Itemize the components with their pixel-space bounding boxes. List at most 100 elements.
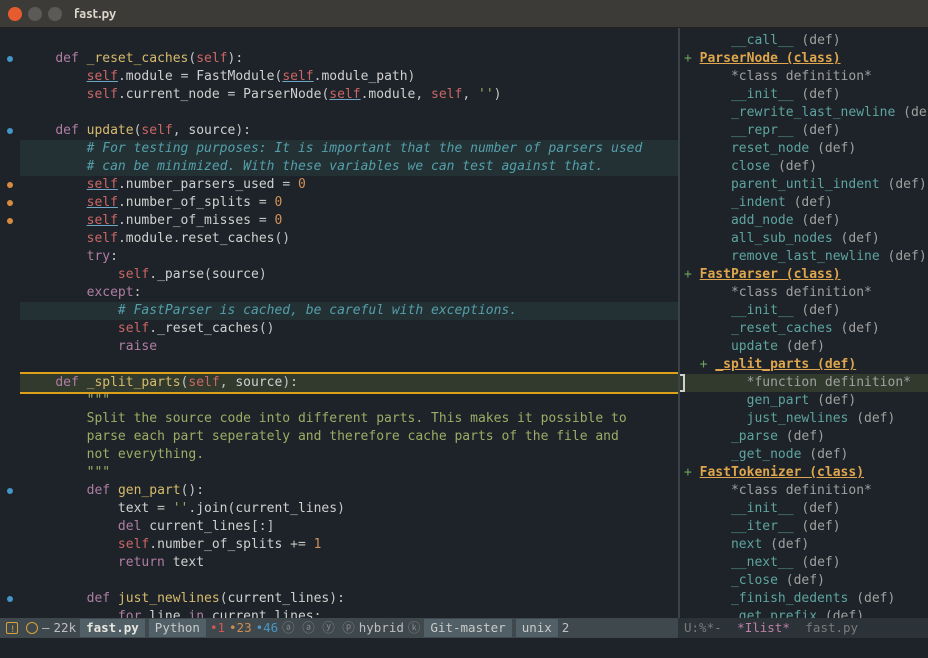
window-buttons: [8, 7, 62, 21]
code-line[interactable]: self.module = FastModule(self.module_pat…: [20, 68, 678, 86]
code-line[interactable]: raise: [20, 338, 678, 356]
code-line[interactable]: self.current_node = ParserNode(self.modu…: [20, 86, 678, 104]
fringe-marker: [0, 536, 20, 554]
outline-item[interactable]: __repr__ (def): [680, 122, 928, 140]
outline-item[interactable]: close (def): [680, 158, 928, 176]
code-line[interactable]: Split the source code into different par…: [20, 410, 678, 428]
outline-item[interactable]: _get_prefix (def): [680, 608, 928, 618]
code-line[interactable]: self.module.reset_caches(): [20, 230, 678, 248]
fringe-marker: [0, 464, 20, 482]
outline-item[interactable]: *class definition*: [680, 68, 928, 86]
code-line[interactable]: self._parse(source): [20, 266, 678, 284]
outline-item[interactable]: + ParserNode (class): [680, 50, 928, 68]
outline-item[interactable]: _rewrite_last_newline (def): [680, 104, 928, 122]
outline-item[interactable]: remove_last_newline (def): [680, 248, 928, 266]
outline-item[interactable]: __init__ (def): [680, 500, 928, 518]
code-line[interactable]: # For testing purposes: It is important …: [20, 140, 678, 158]
code-line[interactable]: def _reset_caches(self):: [20, 50, 678, 68]
code-line[interactable]: def _split_parts(self, source):: [20, 372, 678, 394]
fringe-marker: [0, 122, 20, 140]
fringe-marker: [0, 572, 20, 590]
outline-item[interactable]: __init__ (def): [680, 86, 928, 104]
outline-item[interactable]: + _split_parts (def): [680, 356, 928, 374]
outline-item[interactable]: *class definition*: [680, 482, 928, 500]
ml-file: fast.py: [80, 619, 145, 637]
warning-icon: [6, 622, 18, 634]
code-line[interactable]: not everything.: [20, 446, 678, 464]
code-line[interactable]: del current_lines[:]: [20, 518, 678, 536]
outline-item[interactable]: gen_part (def): [680, 392, 928, 410]
outline-item[interactable]: _parse (def): [680, 428, 928, 446]
fringe-marker: [0, 32, 20, 50]
info-icon: [26, 622, 38, 634]
code-line[interactable]: [20, 32, 678, 50]
outline-item[interactable]: add_node (def): [680, 212, 928, 230]
outline-item[interactable]: reset_node (def): [680, 140, 928, 158]
outline-item[interactable]: + FastParser (class): [680, 266, 928, 284]
fringe-marker: [0, 230, 20, 248]
ml-mode: Python: [149, 619, 206, 637]
outline-item[interactable]: _close (def): [680, 572, 928, 590]
outline-pane[interactable]: __call__ (def)+ ParserNode (class) *clas…: [678, 28, 928, 618]
mlr-mode: *Ilist*: [737, 619, 790, 637]
outline-item[interactable]: *class definition*: [680, 284, 928, 302]
outline-item[interactable]: __iter__ (def): [680, 518, 928, 536]
code-line[interactable]: self.number_of_splits = 0: [20, 194, 678, 212]
editor-pane[interactable]: def _reset_caches(self): self.module = F…: [0, 28, 678, 618]
code-area[interactable]: def _reset_caches(self): self.module = F…: [20, 28, 678, 618]
outline-item[interactable]: _finish_dedents (def): [680, 590, 928, 608]
minibuffer[interactable]: [0, 638, 928, 658]
outline-item[interactable]: next (def): [680, 536, 928, 554]
code-line[interactable]: except:: [20, 284, 678, 302]
ml-indicators: ⓐ ⓐ ⓨ ⓟ: [282, 619, 355, 637]
code-line[interactable]: parse each part seperately and therefore…: [20, 428, 678, 446]
outline-item[interactable]: _reset_caches (def): [680, 320, 928, 338]
outline-item[interactable]: __call__ (def): [680, 32, 928, 50]
minimize-icon[interactable]: [28, 7, 42, 21]
outline-item[interactable]: __next__ (def): [680, 554, 928, 572]
outline-item[interactable]: *function definition*: [680, 374, 928, 392]
code-line[interactable]: # can be minimized. With these variables…: [20, 158, 678, 176]
code-line[interactable]: text = ''.join(current_lines): [20, 500, 678, 518]
code-line[interactable]: def gen_part():: [20, 482, 678, 500]
code-line[interactable]: return text: [20, 554, 678, 572]
code-line[interactable]: """: [20, 464, 678, 482]
modeline-right[interactable]: U:%*- *Ilist* fast.py: [678, 618, 928, 638]
code-line[interactable]: self._reset_caches(): [20, 320, 678, 338]
fringe-marker: [0, 104, 20, 122]
code-line[interactable]: self.number_parsers_used = 0: [20, 176, 678, 194]
ml-state: —: [42, 619, 50, 637]
fringe-marker: [0, 140, 20, 158]
fringe-marker: [0, 392, 20, 410]
close-icon[interactable]: [8, 7, 22, 21]
code-line[interactable]: """: [20, 392, 678, 410]
outline-item[interactable]: + FastTokenizer (class): [680, 464, 928, 482]
ml-circ-k: ⓚ: [408, 619, 421, 637]
outline-item[interactable]: __init__ (def): [680, 302, 928, 320]
outline-item[interactable]: just_newlines (def): [680, 410, 928, 428]
code-line[interactable]: [20, 572, 678, 590]
fringe: [0, 28, 20, 618]
code-line[interactable]: def update(self, source):: [20, 122, 678, 140]
outline-item[interactable]: all_sub_nodes (def): [680, 230, 928, 248]
workspace: def _reset_caches(self): self.module = F…: [0, 28, 928, 618]
outline-item[interactable]: parent_until_indent (def): [680, 176, 928, 194]
fringe-marker: [0, 338, 20, 356]
code-line[interactable]: self.number_of_splits += 1: [20, 536, 678, 554]
code-line[interactable]: self.number_of_misses = 0: [20, 212, 678, 230]
outline-item[interactable]: _get_node (def): [680, 446, 928, 464]
code-line[interactable]: [20, 104, 678, 122]
fringe-marker: [0, 320, 20, 338]
modeline-left[interactable]: — 22k fast.py Python •1 •23 •46 ⓐ ⓐ ⓨ ⓟ …: [0, 618, 678, 638]
outline-item[interactable]: _indent (def): [680, 194, 928, 212]
outline-item[interactable]: update (def): [680, 338, 928, 356]
fringe-marker: [0, 374, 20, 392]
code-line[interactable]: try:: [20, 248, 678, 266]
code-line[interactable]: for line in current_lines:: [20, 608, 678, 618]
fringe-marker: [0, 158, 20, 176]
fringe-marker: [0, 410, 20, 428]
maximize-icon[interactable]: [48, 7, 62, 21]
code-line[interactable]: def just_newlines(current_lines):: [20, 590, 678, 608]
code-line[interactable]: # FastParser is cached, be careful with …: [20, 302, 678, 320]
statusbars: — 22k fast.py Python •1 •23 •46 ⓐ ⓐ ⓨ ⓟ …: [0, 618, 928, 638]
